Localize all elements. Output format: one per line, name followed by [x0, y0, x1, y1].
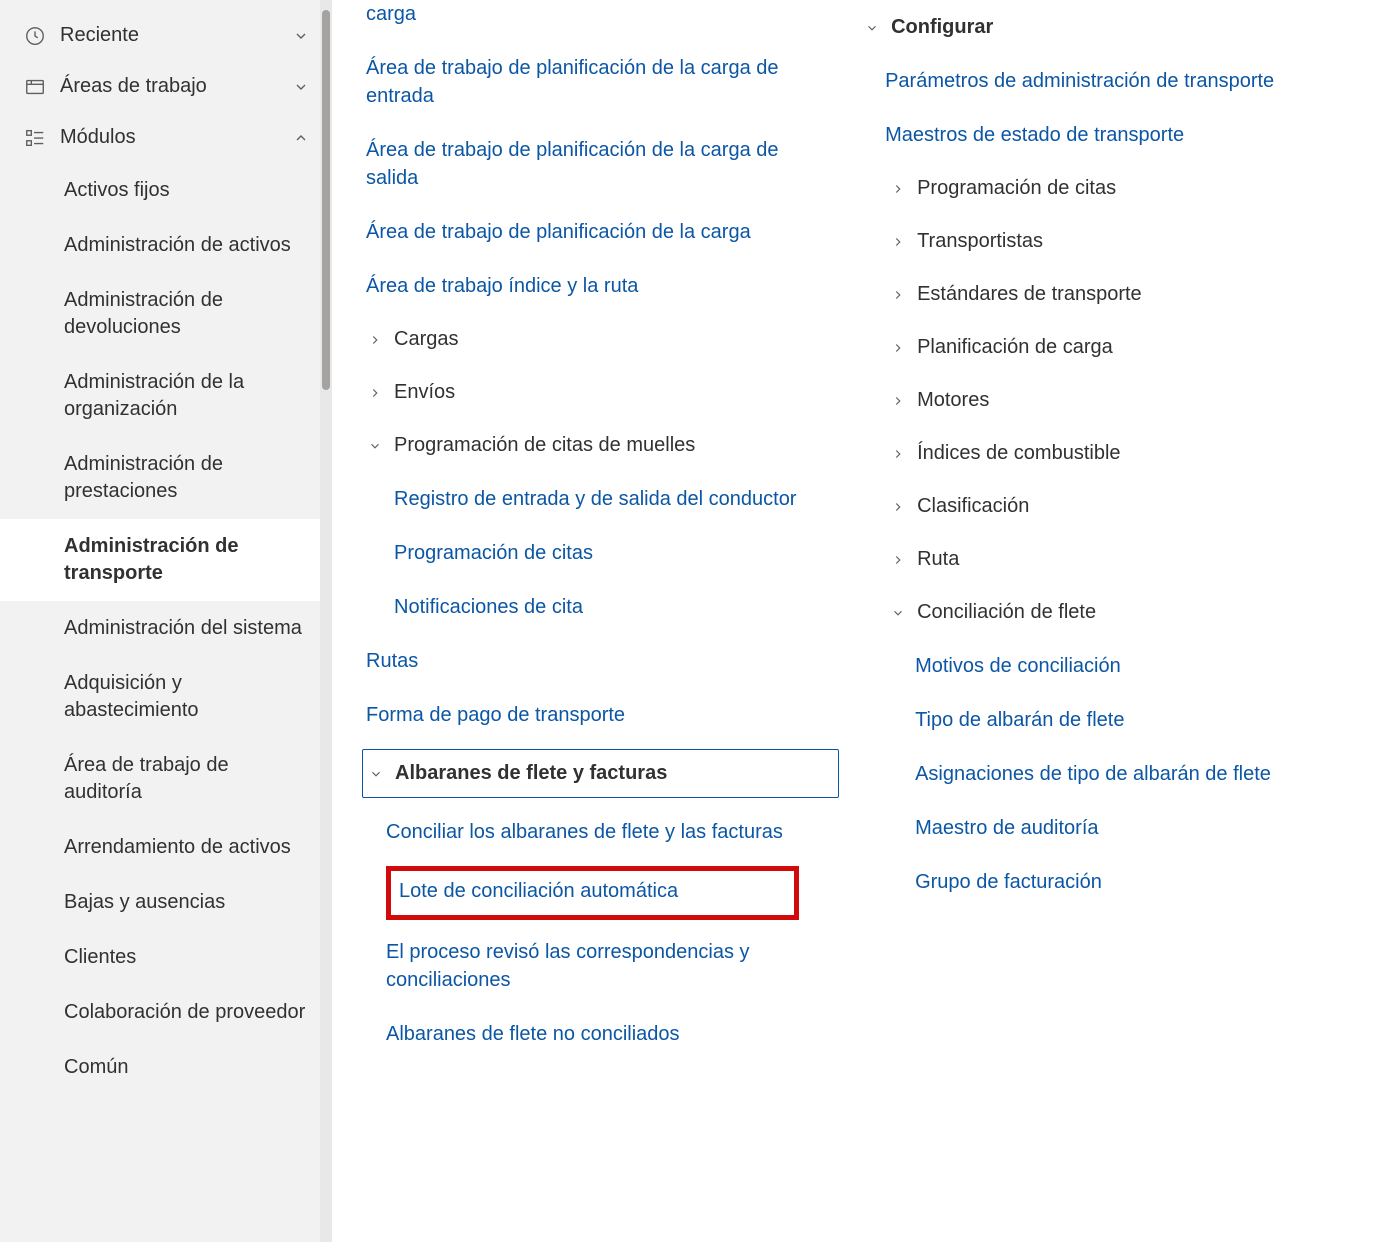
- link-area-plan[interactable]: Área de trabajo de planificación de la c…: [362, 212, 839, 252]
- link-albaranes-no-conc[interactable]: Albaranes de flete no conciliados: [386, 1014, 839, 1054]
- module-item[interactable]: Activos fijos: [0, 163, 332, 218]
- link-maestros-estado[interactable]: Maestros de estado de transporte: [885, 115, 1360, 155]
- group-label: Programación de citas de muelles: [394, 434, 695, 457]
- menu-column-1: carga Área de trabajo de planificación d…: [352, 2, 849, 1232]
- group-label: Clasificación: [917, 495, 1029, 518]
- module-item[interactable]: Área de trabajo de auditoría: [0, 738, 332, 820]
- link-conciliar-albaranes[interactable]: Conciliar los albaranes de flete y las f…: [386, 812, 839, 852]
- group-label: Configurar: [891, 16, 993, 39]
- group-configurar[interactable]: Configurar: [859, 8, 1360, 47]
- group-label: Motores: [917, 389, 989, 412]
- group-label: Índices de combustible: [917, 442, 1120, 465]
- module-item[interactable]: Administración de prestaciones: [0, 437, 332, 519]
- module-item[interactable]: Administración del sistema: [0, 601, 332, 656]
- link-carga-top[interactable]: carga: [362, 0, 839, 34]
- sidebar-label-modules: Módulos: [60, 126, 290, 149]
- group-clasificacion[interactable]: Clasificación: [885, 487, 1360, 526]
- module-item[interactable]: Arrendamiento de activos: [0, 820, 332, 875]
- group-conciliacion-flete[interactable]: Conciliación de flete: [885, 593, 1360, 632]
- group-ruta[interactable]: Ruta: [885, 540, 1360, 579]
- sidebar: Reciente Áreas de trabajo Módulos: [0, 0, 332, 1242]
- group-estandares[interactable]: Estándares de transporte: [885, 275, 1360, 314]
- group-label: Albaranes de flete y facturas: [395, 762, 667, 785]
- modules-icon: [24, 127, 60, 149]
- group-label: Programación de citas: [917, 177, 1116, 200]
- link-notif-cita[interactable]: Notificaciones de cita: [394, 587, 839, 627]
- group-motores[interactable]: Motores: [885, 381, 1360, 420]
- chevron-down-icon: [367, 767, 385, 781]
- main-content: carga Área de trabajo de planificación d…: [332, 0, 1400, 1242]
- workspace-icon: [24, 76, 60, 98]
- module-item[interactable]: Administración de activos: [0, 218, 332, 273]
- group-label: Conciliación de flete: [917, 601, 1096, 624]
- chevron-right-icon: [889, 288, 907, 302]
- sidebar-scrollbar[interactable]: [320, 0, 332, 1242]
- group-label: Planificación de carga: [917, 336, 1113, 359]
- chevron-down-icon: [889, 606, 907, 620]
- link-motivos[interactable]: Motivos de conciliación: [915, 646, 1360, 686]
- group-plan-carga[interactable]: Planificación de carga: [885, 328, 1360, 367]
- sidebar-item-recent[interactable]: Reciente: [0, 10, 332, 61]
- chevron-down-icon: [290, 79, 312, 95]
- link-prog-citas[interactable]: Programación de citas: [394, 533, 839, 573]
- link-area-indice[interactable]: Área de trabajo índice y la ruta: [362, 266, 839, 306]
- chevron-right-icon: [366, 386, 384, 400]
- group-label: Envíos: [394, 381, 455, 404]
- chevron-right-icon: [889, 447, 907, 461]
- modules-list: Activos fijos Administración de activos …: [0, 163, 332, 1095]
- sidebar-label-recent: Reciente: [60, 24, 290, 47]
- link-parametros[interactable]: Parámetros de administración de transpor…: [885, 61, 1360, 101]
- link-area-salida[interactable]: Área de trabajo de planificación de la c…: [362, 130, 839, 198]
- chevron-right-icon: [889, 235, 907, 249]
- chevron-right-icon: [889, 182, 907, 196]
- module-item[interactable]: Clientes: [0, 930, 332, 985]
- chevron-up-icon: [290, 130, 312, 146]
- app-root: Reciente Áreas de trabajo Módulos: [0, 0, 1400, 1242]
- link-asignaciones[interactable]: Asignaciones de tipo de albarán de flete: [915, 754, 1360, 794]
- clock-icon: [24, 25, 60, 47]
- menu-column-2: Configurar Parámetros de administración …: [849, 2, 1370, 1232]
- module-item[interactable]: Administración de devoluciones: [0, 273, 332, 355]
- group-envios[interactable]: Envíos: [362, 373, 839, 412]
- module-item[interactable]: Bajas y ausencias: [0, 875, 332, 930]
- sidebar-label-workspaces: Áreas de trabajo: [60, 75, 290, 98]
- link-lote-conciliacion[interactable]: Lote de conciliación automática: [399, 873, 786, 909]
- module-item[interactable]: Colaboración de proveedor: [0, 985, 332, 1040]
- link-maestro-auditoria[interactable]: Maestro de auditoría: [915, 808, 1360, 848]
- chevron-down-icon: [366, 439, 384, 453]
- group-label: Transportistas: [917, 230, 1043, 253]
- link-forma-pago[interactable]: Forma de pago de transporte: [362, 695, 839, 735]
- group-cargas[interactable]: Cargas: [362, 320, 839, 359]
- module-item[interactable]: Común: [0, 1040, 332, 1095]
- sidebar-item-modules[interactable]: Módulos: [0, 112, 332, 163]
- chevron-right-icon: [366, 333, 384, 347]
- module-item-active[interactable]: Administración de transporte: [0, 519, 332, 601]
- group-albaranes-flete[interactable]: Albaranes de flete y facturas: [363, 754, 832, 793]
- group-indices-comb[interactable]: Índices de combustible: [885, 434, 1360, 473]
- chevron-right-icon: [889, 553, 907, 567]
- sidebar-item-workspaces[interactable]: Áreas de trabajo: [0, 61, 332, 112]
- link-rutas[interactable]: Rutas: [362, 641, 839, 681]
- group-label: Cargas: [394, 328, 458, 351]
- link-registro-conductor[interactable]: Registro de entrada y de salida del cond…: [394, 479, 839, 519]
- link-lote-conciliacion-highlight: Lote de conciliación automática: [386, 866, 799, 920]
- group-prog-citas[interactable]: Programación de citas: [885, 169, 1360, 208]
- chevron-right-icon: [889, 500, 907, 514]
- group-transportistas[interactable]: Transportistas: [885, 222, 1360, 261]
- module-item[interactable]: Adquisición y abastecimiento: [0, 656, 332, 738]
- link-area-entrada[interactable]: Área de trabajo de planificación de la c…: [362, 48, 839, 116]
- group-label: Estándares de transporte: [917, 283, 1142, 306]
- chevron-down-icon: [290, 28, 312, 44]
- module-item[interactable]: Administración de la organización: [0, 355, 332, 437]
- link-proceso-reviso[interactable]: El proceso revisó las correspondencias y…: [386, 932, 839, 1000]
- group-prog-citas-muelles[interactable]: Programación de citas de muelles: [362, 426, 839, 465]
- selected-group-albaranes: Albaranes de flete y facturas: [362, 749, 839, 798]
- chevron-right-icon: [889, 341, 907, 355]
- link-grupo-facturacion[interactable]: Grupo de facturación: [915, 862, 1360, 902]
- link-tipo-albaran[interactable]: Tipo de albarán de flete: [915, 700, 1360, 740]
- group-label: Ruta: [917, 548, 959, 571]
- chevron-right-icon: [889, 394, 907, 408]
- chevron-down-icon: [863, 21, 881, 35]
- scrollbar-thumb[interactable]: [322, 10, 330, 390]
